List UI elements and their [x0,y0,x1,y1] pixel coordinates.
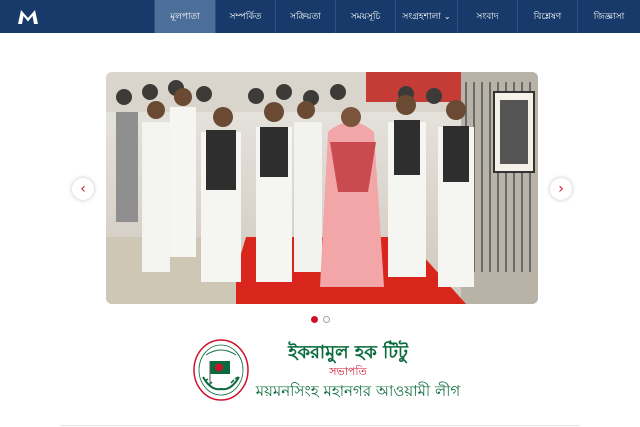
slide-photo [106,72,538,304]
slider-dot-1[interactable] [311,316,318,323]
chevron-right-icon: › [558,181,564,197]
nav-menu: মূলপাতা সম্পর্কিত সক্রিয়তা সময়সূচি সংগ… [154,0,640,33]
nav-item-label: সংগ্রহশালা [402,12,441,22]
section-divider [60,425,580,426]
nav-item-analysis[interactable]: বিশ্লেষণ [517,0,577,33]
nav-item-label: সক্রিয়তা [290,12,321,22]
nav-item-label: বিশ্লেষণ [533,12,562,22]
nav-item-inquiry[interactable]: জিজ্ঞাসা [577,0,640,33]
nav-item-activities[interactable]: সক্রিয়তা [275,0,335,33]
nav-item-schedule[interactable]: সময়সূচি [335,0,395,33]
nav-item-label: সময়সূচি [350,12,381,22]
slider-pagination [311,316,330,323]
nav-item-news[interactable]: সংবাদ [457,0,517,33]
nav-item-label: সম্পর্কিত [229,12,262,22]
slider-dot-2[interactable] [323,316,330,323]
nav-item-label: মূলপাতা [170,12,200,22]
nav-item-home[interactable]: মূলপাতা [154,0,215,33]
nav-item-archive[interactable]: সংগ্রহশালা ⌄ [395,0,457,33]
site-logo[interactable] [0,0,154,33]
top-navbar: মূলপাতা সম্পর্কিত সক্রিয়তা সময়সূচি সংগ… [0,0,640,33]
organization-name: ময়মনসিংহ মহানগর আওয়ামী লীগ [255,382,461,400]
m-logo-icon [18,9,38,24]
nav-item-label: সংবাদ [476,12,499,22]
slider-next-button[interactable]: › [550,178,572,200]
chevron-left-icon: ‹ [80,181,86,197]
nav-item-about[interactable]: সম্পর্কিত [215,0,275,33]
nav-item-label: জিজ্ঞাসা [593,12,625,22]
slider-prev-button[interactable]: ‹ [72,178,94,200]
hero-slider-image[interactable] [106,72,538,304]
chevron-down-icon: ⌄ [443,12,451,21]
